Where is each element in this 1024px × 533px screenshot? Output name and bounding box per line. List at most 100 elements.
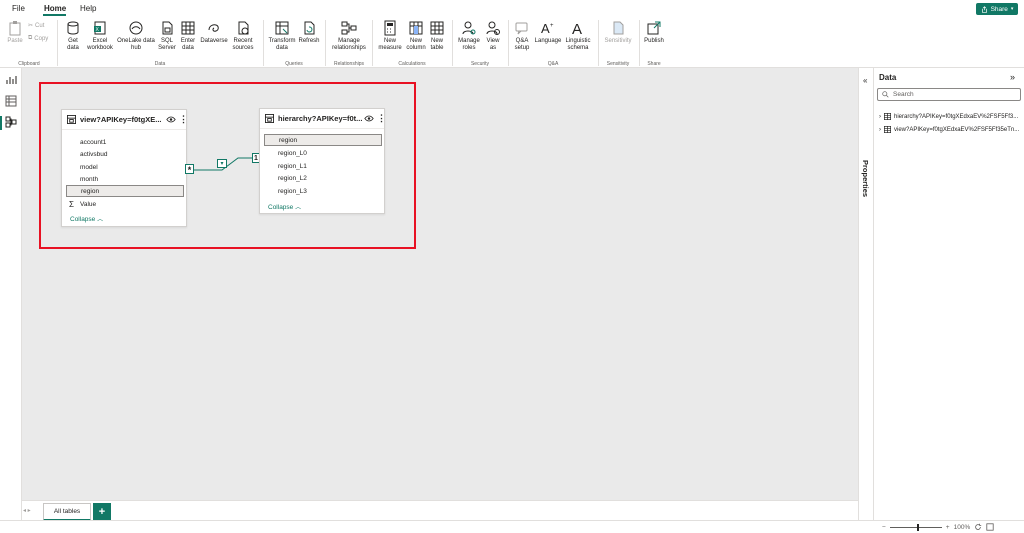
group-separator (598, 20, 599, 66)
paste-button[interactable]: Paste (6, 20, 24, 45)
relationships-icon (341, 21, 357, 35)
transform-data-button[interactable]: Transform data (267, 20, 297, 52)
group-separator (325, 20, 326, 66)
menu-file[interactable]: File (12, 4, 25, 13)
copy-label: Copy (34, 35, 49, 42)
menu-home[interactable]: Home (44, 4, 66, 13)
copy-icon: ⧉ (28, 35, 33, 41)
paste-label: Paste (7, 38, 23, 44)
layout-tabs-bar: ◂ ▸ All tables + (22, 500, 858, 521)
enter-data-label: Enter data (180, 38, 196, 51)
table-view-icon[interactable] (5, 95, 17, 107)
scissors-icon: ✂ (28, 23, 34, 29)
search-placeholder: Search (893, 91, 914, 98)
view-as-button[interactable]: View as (483, 20, 503, 52)
enter-data-button[interactable]: Enter data (178, 20, 198, 52)
data-item-label: view?APIKey=f0tgXEdxaEV%2FSF5Ff35eTn... (894, 126, 1020, 133)
excel-icon: X (94, 21, 106, 35)
data-item-label: hierarchy?APIKey=f0tgXEdxaEV%2FSF5Ff3... (894, 113, 1019, 120)
data-pane: Data » Search › hierarchy?APIKey=f0tgXEd… (874, 68, 1024, 520)
publish-button[interactable]: Publish (642, 20, 666, 45)
menu-help[interactable]: Help (80, 4, 96, 13)
search-icon (882, 91, 889, 98)
share-label: Share (990, 5, 1008, 13)
add-layout-button[interactable]: + (93, 503, 111, 521)
recent-sources-label: Recent sources (232, 38, 254, 51)
cut-button[interactable]: ✂ Cut (28, 22, 45, 30)
fit-to-screen-icon[interactable] (986, 523, 994, 531)
sensitivity-button[interactable]: Sensitivity (602, 20, 634, 45)
new-measure-button[interactable]: New measure (376, 20, 404, 52)
new-table-label: New table (430, 38, 444, 51)
zoom-slider-thumb[interactable] (916, 523, 919, 531)
new-column-button[interactable]: New column (404, 20, 428, 52)
collapse-pane-icon[interactable]: » (1010, 72, 1015, 82)
group-security: Security (470, 61, 490, 67)
group-separator (372, 20, 373, 66)
model-view-icon[interactable] (5, 116, 17, 128)
qa-setup-label: Q&A setup (514, 38, 530, 51)
data-item-view[interactable]: › view?APIKey=f0tgXEdxaEV%2FSF5Ff35eTn..… (879, 126, 1022, 133)
properties-label[interactable]: Properties (861, 160, 870, 197)
data-item-hierarchy[interactable]: › hierarchy?APIKey=f0tgXEdxaEV%2FSF5Ff3.… (879, 113, 1022, 120)
manage-relationships-button[interactable]: Manage relationships (330, 20, 368, 52)
zoom-out-button[interactable]: − (882, 524, 886, 531)
manage-relationships-label: Manage relationships (332, 38, 366, 51)
recent-sources-button[interactable]: Recent sources (229, 20, 257, 52)
language-label: Language (534, 38, 562, 44)
group-share: Share (647, 61, 661, 67)
database-icon (67, 21, 79, 35)
new-table-button[interactable]: New table (428, 20, 446, 52)
group-data: Data (154, 61, 166, 67)
paste-icon (9, 21, 21, 36)
share-button[interactable]: Share ▾ (976, 3, 1018, 15)
onelake-button[interactable]: OneLake data hub (116, 20, 156, 52)
tab-scroll-arrows[interactable]: ◂ ▸ (23, 507, 31, 514)
svg-text:+: + (550, 23, 554, 29)
linguistic-schema-button[interactable]: A Linguistic schema (563, 20, 593, 52)
search-input[interactable]: Search (877, 88, 1021, 101)
dataverse-button[interactable]: Dataverse (199, 20, 229, 45)
table-grid-icon (181, 21, 195, 35)
data-pane-title: Data (879, 73, 897, 82)
expand-properties-icon[interactable]: « (863, 76, 867, 85)
refresh-button[interactable]: Refresh (298, 20, 320, 45)
copy-button[interactable]: ⧉ Copy (28, 35, 48, 42)
qa-setup-button[interactable]: Q&A setup (512, 20, 532, 52)
sensitivity-icon (613, 21, 624, 35)
report-view-icon[interactable] (5, 74, 17, 86)
reset-zoom-icon[interactable] (974, 523, 982, 531)
onelake-icon (129, 21, 143, 35)
language-button[interactable]: A + Language (534, 20, 562, 45)
new-column-icon (409, 21, 423, 35)
new-measure-label: New measure (378, 38, 402, 51)
language-icon: A + (541, 21, 554, 36)
tab-all-tables[interactable]: All tables (43, 503, 91, 521)
excel-workbook-button[interactable]: X Excel workbook (85, 20, 115, 52)
new-column-label: New column (406, 38, 426, 51)
svg-text:A: A (541, 21, 550, 36)
chevron-down-icon: ▾ (1010, 6, 1014, 12)
get-data-label: Get data (67, 38, 79, 51)
view-as-label: View as (486, 38, 500, 51)
sql-server-label: SQL Server (158, 38, 176, 51)
zoom-slider[interactable] (889, 523, 942, 531)
view-switcher-rail (0, 68, 22, 533)
sql-server-button[interactable]: SQL Server (156, 20, 178, 52)
publish-icon (647, 21, 661, 35)
group-clipboard: Clipboard (18, 61, 40, 67)
get-data-button[interactable]: Get data (62, 20, 84, 52)
group-separator (508, 20, 509, 66)
zoom-in-button[interactable]: + (946, 524, 950, 531)
table-icon (884, 126, 891, 133)
onelake-label: OneLake data hub (117, 38, 155, 51)
person-icon (462, 21, 476, 35)
svg-text:A: A (572, 21, 582, 36)
chat-icon (515, 22, 528, 35)
manage-roles-button[interactable]: Manage roles (456, 20, 482, 52)
manage-roles-label: Manage roles (458, 38, 480, 51)
properties-pane-collapsed[interactable]: « Properties (858, 68, 874, 520)
group-sensitivity: Sensitivity (606, 61, 630, 67)
cut-label: Cut (35, 22, 45, 29)
sensitivity-label: Sensitivity (604, 38, 632, 44)
